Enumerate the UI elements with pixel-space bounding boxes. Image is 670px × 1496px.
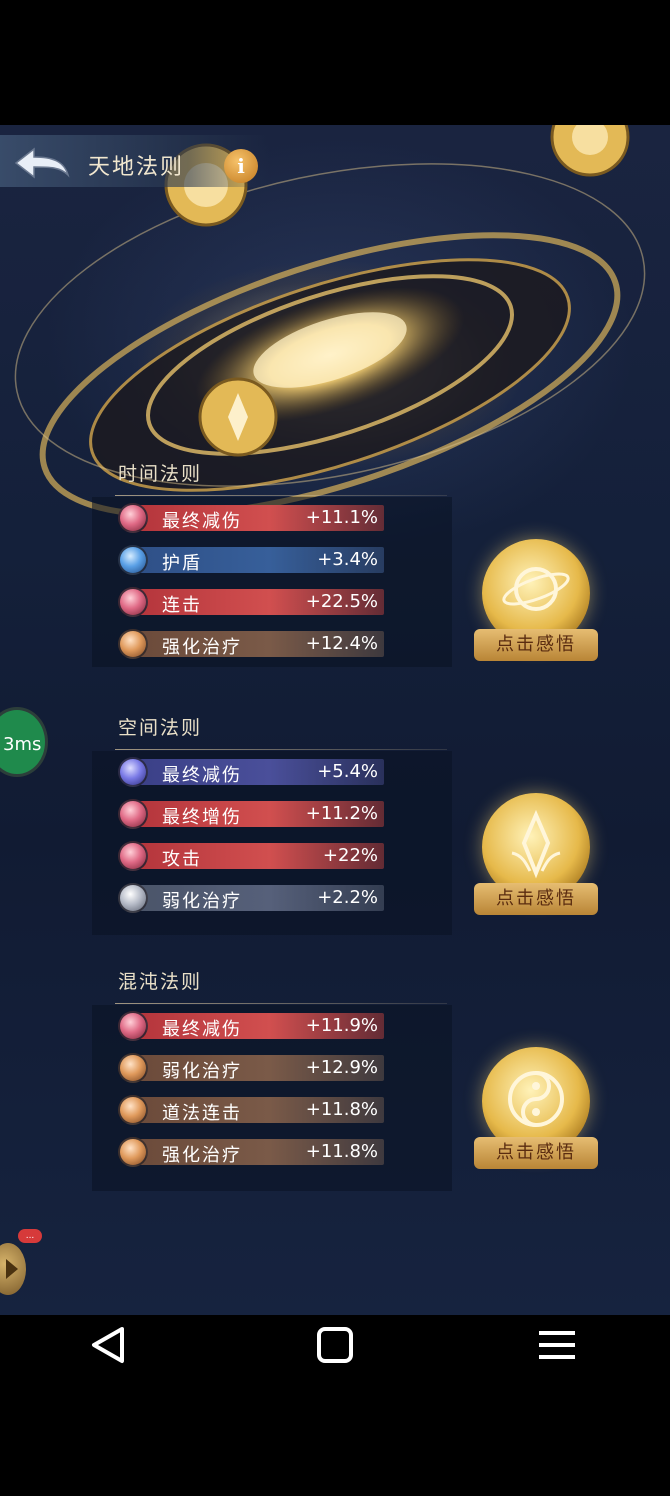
stat-value: +3.4% bbox=[317, 549, 378, 570]
nav-menu-icon[interactable] bbox=[527, 1323, 587, 1367]
section-title-time: 时间法则 bbox=[118, 463, 203, 485]
gem-icon bbox=[118, 883, 148, 913]
comprehend-button-chaos[interactable]: 点击感悟 bbox=[474, 1047, 598, 1171]
stat-value: +11.9% bbox=[305, 1015, 378, 1036]
gem-icon bbox=[118, 841, 148, 871]
stat-row: 道法连击 +11.8% bbox=[118, 1095, 386, 1125]
game-screen: 天地法则 i 时间法则 最终减伤 +11.1% 护盾 +3.4% 连击 +22.… bbox=[0, 125, 670, 1315]
stat-value: +22% bbox=[322, 845, 378, 866]
stat-name: 最终减伤 bbox=[162, 511, 242, 532]
stat-row: 攻击 +22% bbox=[118, 841, 386, 871]
section-title-chaos: 混沌法则 bbox=[118, 971, 203, 993]
gem-icon bbox=[118, 629, 148, 659]
gem-icon bbox=[118, 757, 148, 787]
top-bar: 天地法则 i bbox=[0, 135, 270, 187]
system-nav-bar bbox=[0, 1315, 670, 1375]
stat-name: 道法连击 bbox=[162, 1103, 242, 1124]
comprehend-button-time[interactable]: 点击感悟 bbox=[474, 539, 598, 663]
section-divider bbox=[115, 495, 447, 496]
stat-name: 弱化治疗 bbox=[162, 1061, 242, 1082]
stat-value: +11.2% bbox=[305, 803, 378, 824]
stat-row: 弱化治疗 +2.2% bbox=[118, 883, 386, 913]
stat-value: +12.9% bbox=[305, 1057, 378, 1078]
gem-icon bbox=[118, 799, 148, 829]
stat-name: 最终减伤 bbox=[162, 1019, 242, 1040]
gem-icon bbox=[118, 1053, 148, 1083]
gem-icon bbox=[118, 1011, 148, 1041]
section-divider bbox=[115, 749, 447, 750]
stat-value: +2.2% bbox=[317, 887, 378, 908]
gem-icon bbox=[118, 1095, 148, 1125]
stat-value: +12.4% bbox=[305, 633, 378, 654]
stat-value: +22.5% bbox=[305, 591, 378, 612]
comprehend-label: 点击感悟 bbox=[474, 883, 598, 915]
stat-row: 强化治疗 +11.8% bbox=[118, 1137, 386, 1167]
gem-icon bbox=[118, 1137, 148, 1167]
section-title-space: 空间法则 bbox=[118, 717, 203, 739]
page-title: 天地法则 bbox=[88, 155, 185, 180]
nav-back-icon[interactable] bbox=[80, 1323, 140, 1367]
section-divider bbox=[115, 1003, 447, 1004]
stat-name: 攻击 bbox=[162, 849, 202, 870]
stat-name: 最终减伤 bbox=[162, 765, 242, 786]
stat-row: 连击 +22.5% bbox=[118, 587, 386, 617]
side-expand-button[interactable] bbox=[0, 1243, 26, 1295]
stat-name: 强化治疗 bbox=[162, 1145, 242, 1166]
notification-badge: ... bbox=[18, 1229, 42, 1243]
stat-value: +11.1% bbox=[305, 507, 378, 528]
gem-icon bbox=[118, 587, 148, 617]
comprehend-label: 点击感悟 bbox=[474, 629, 598, 661]
back-arrow-icon[interactable] bbox=[12, 145, 72, 181]
gem-icon bbox=[118, 545, 148, 575]
stat-name: 最终增伤 bbox=[162, 807, 242, 828]
stat-row: 最终减伤 +5.4% bbox=[118, 757, 386, 787]
stat-row: 最终减伤 +11.1% bbox=[118, 503, 386, 533]
info-icon[interactable]: i bbox=[224, 149, 258, 183]
comprehend-button-space[interactable]: 点击感悟 bbox=[474, 793, 598, 917]
stat-row: 最终增伤 +11.2% bbox=[118, 799, 386, 829]
stat-value: +11.8% bbox=[305, 1141, 378, 1162]
gem-icon bbox=[118, 503, 148, 533]
stat-row: 护盾 +3.4% bbox=[118, 545, 386, 575]
stat-row: 弱化治疗 +12.9% bbox=[118, 1053, 386, 1083]
nav-home-icon[interactable] bbox=[305, 1323, 365, 1367]
stat-row: 强化治疗 +12.4% bbox=[118, 629, 386, 659]
comprehend-label: 点击感悟 bbox=[474, 1137, 598, 1169]
stat-name: 强化治疗 bbox=[162, 637, 242, 658]
stat-name: 护盾 bbox=[162, 553, 202, 574]
ping-indicator: 3ms bbox=[0, 707, 48, 777]
stat-name: 弱化治疗 bbox=[162, 891, 242, 912]
stat-row: 最终减伤 +11.9% bbox=[118, 1011, 386, 1041]
play-arrow-icon bbox=[6, 1259, 18, 1279]
stat-name: 连击 bbox=[162, 595, 202, 616]
stat-value: +11.8% bbox=[305, 1099, 378, 1120]
stat-value: +5.4% bbox=[317, 761, 378, 782]
